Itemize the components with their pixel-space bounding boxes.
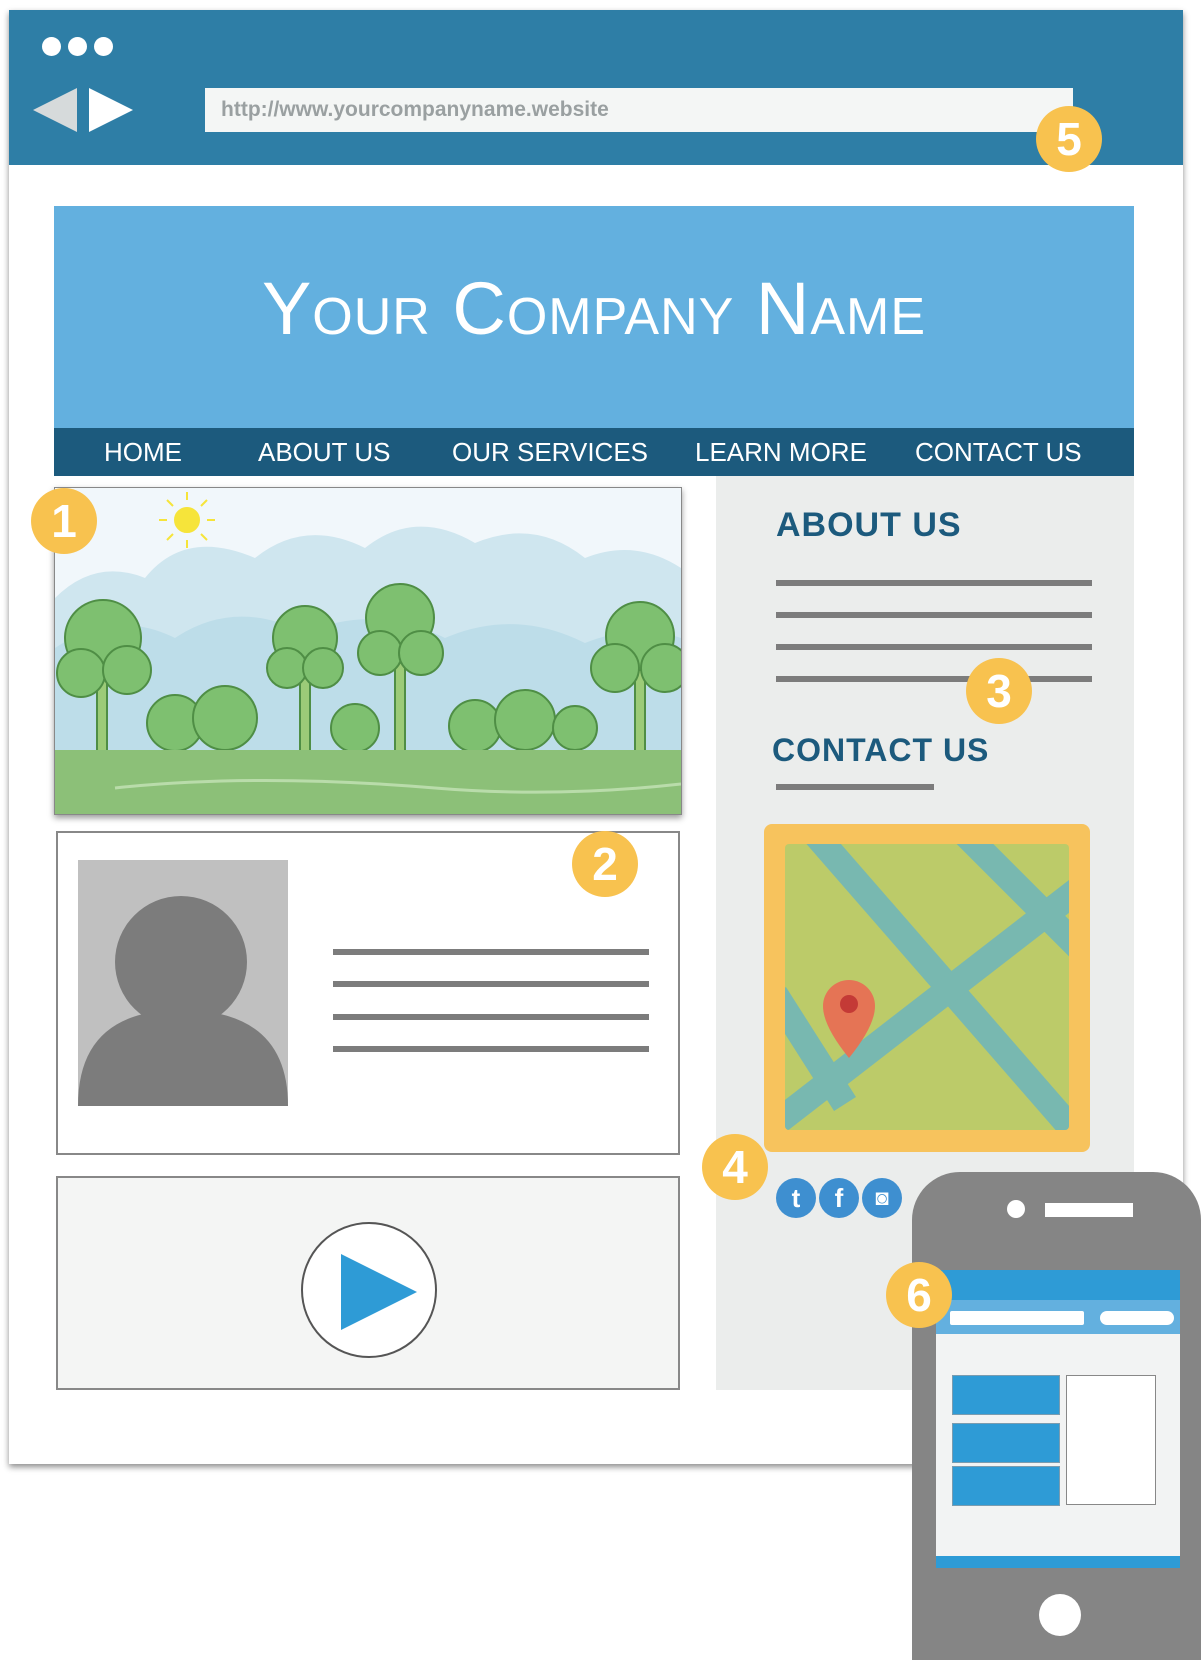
text-placeholder-line: [776, 580, 1092, 586]
site-header: Your Company Name: [54, 206, 1134, 428]
mobile-panel: [1066, 1375, 1156, 1505]
mobile-phone: [912, 1172, 1201, 1660]
window-dot[interactable]: [94, 37, 113, 56]
text-placeholder-line: [776, 784, 934, 790]
play-button[interactable]: [301, 1222, 437, 1358]
menu-item-learn-more[interactable]: LEARN MORE: [695, 428, 867, 476]
text-placeholder-line: [776, 676, 1092, 682]
hero-image: [54, 487, 682, 815]
window-dot[interactable]: [68, 37, 87, 56]
step-badge-3: 3: [966, 658, 1032, 724]
map-widget[interactable]: [764, 824, 1090, 1152]
step-badge-1: 1: [31, 488, 97, 554]
mobile-block: [952, 1423, 1060, 1463]
company-name: Your Company Name: [261, 267, 927, 350]
mobile-block: [952, 1466, 1060, 1506]
map-roads: [785, 844, 1069, 1130]
nav-menu: HOME ABOUT US OUR SERVICES LEARN MORE CO…: [54, 428, 1134, 476]
contact-us-heading: CONTACT US: [772, 732, 990, 768]
back-arrow-icon[interactable]: [33, 88, 77, 132]
step-badge-5: 5: [1036, 106, 1102, 172]
mobile-nav: [936, 1300, 1180, 1334]
park-illustration: [55, 488, 681, 814]
video-player: [56, 1176, 680, 1390]
menu-item-about-us[interactable]: ABOUT US: [258, 428, 390, 476]
browser-toolbar: http://www.yourcompanyname.website: [9, 10, 1183, 165]
text-placeholder-line: [776, 644, 1092, 650]
person-icon: [78, 896, 288, 1106]
mobile-block: [952, 1375, 1060, 1415]
menu-item-our-services[interactable]: OUR SERVICES: [452, 428, 648, 476]
step-badge-4: 4: [702, 1134, 768, 1200]
text-placeholder-line: [333, 1046, 649, 1052]
text-placeholder-line: [333, 1014, 649, 1020]
map[interactable]: [785, 844, 1069, 1130]
phone-speaker: [1045, 1203, 1133, 1217]
avatar: [78, 860, 288, 1106]
instagram-icon[interactable]: ◙: [862, 1178, 902, 1218]
step-badge-2: 2: [572, 831, 638, 897]
mobile-header: [936, 1270, 1180, 1300]
about-us-heading: ABOUT US: [776, 506, 962, 544]
phone-screen: [936, 1270, 1180, 1568]
text-placeholder-line: [776, 612, 1092, 618]
phone-home-button[interactable]: [1039, 1594, 1081, 1636]
address-bar[interactable]: http://www.yourcompanyname.website: [205, 88, 1073, 132]
window-dot[interactable]: [42, 37, 61, 56]
menu-item-contact-us[interactable]: CONTACT US: [915, 428, 1082, 476]
forward-arrow-icon[interactable]: [89, 88, 133, 132]
facebook-icon[interactable]: f: [819, 1178, 859, 1218]
mobile-footer: [936, 1556, 1180, 1568]
step-badge-6: 6: [886, 1262, 952, 1328]
play-icon: [341, 1254, 417, 1330]
phone-camera: [1007, 1200, 1025, 1218]
text-placeholder-line: [333, 981, 649, 987]
menu-item-home[interactable]: HOME: [104, 428, 182, 476]
text-placeholder-line: [333, 949, 649, 955]
tumblr-icon[interactable]: t: [776, 1178, 816, 1218]
